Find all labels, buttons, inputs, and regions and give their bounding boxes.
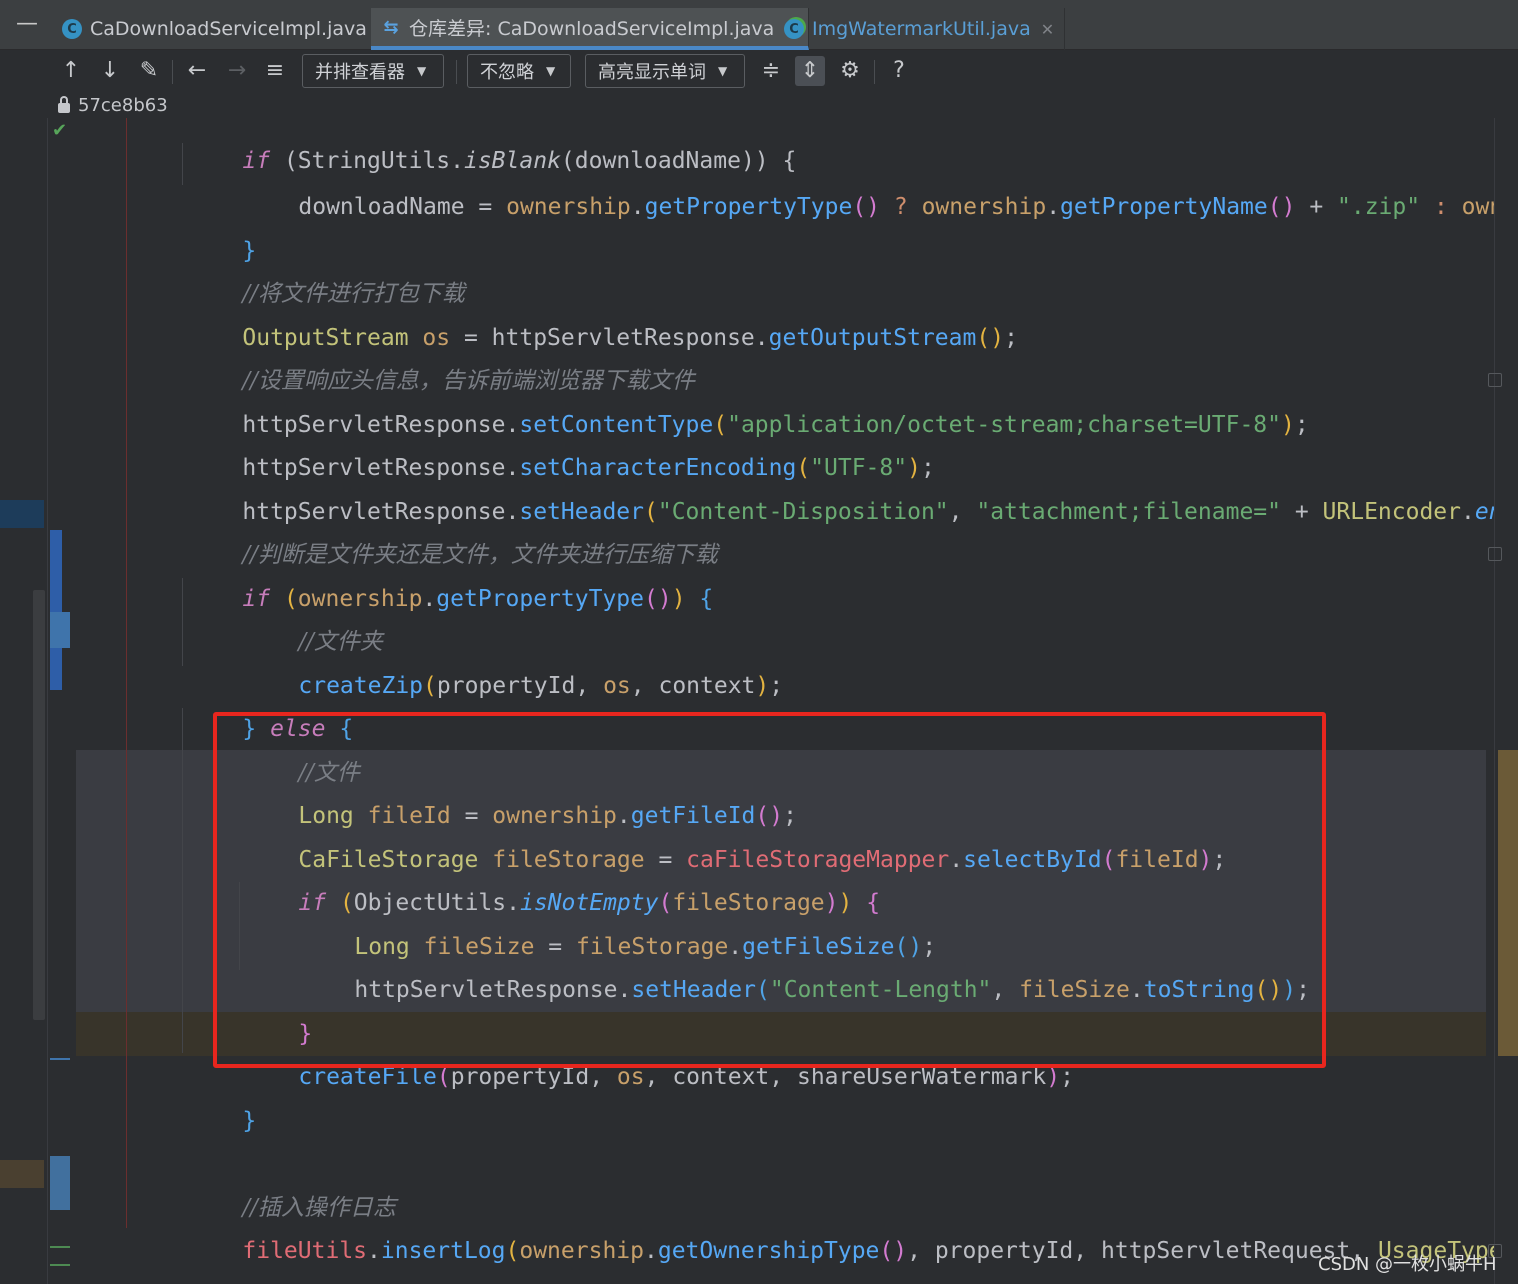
code-editor[interactable]: if (StringUtils.isBlank(downloadName)) {… <box>76 118 1494 1284</box>
indent-guide <box>182 578 183 666</box>
highlight-words-dropdown[interactable]: 高亮显示单词 ▼ <box>585 54 745 88</box>
tab-label: CaDownloadServiceImpl.java <box>90 18 367 40</box>
left-change-marker <box>0 1160 44 1188</box>
code-line[interactable]: //插入操作日志 <box>187 1143 396 1221</box>
added-lines-marker[interactable] <box>50 1246 70 1248</box>
code-line[interactable]: } <box>187 1056 256 1134</box>
editor-gutter <box>48 118 76 1284</box>
code-line[interactable]: } <box>187 186 256 264</box>
code-line[interactable]: if (StringUtils.isBlank(downloadName)) { <box>187 118 796 174</box>
fold-icon[interactable] <box>1488 373 1502 387</box>
collapse-unchanged-icon[interactable]: ≑ <box>756 56 786 86</box>
method-right-margin-line <box>126 118 127 1228</box>
code-line[interactable]: //文件夹 <box>243 577 383 655</box>
code-line[interactable]: //将文件进行打包下载 <box>187 229 465 307</box>
code-line[interactable]: if (ownership.getPropertyType()) { <box>187 534 713 612</box>
no-problems-check-icon: ✔ <box>52 120 68 141</box>
viewer-mode-label: 并排查看器 <box>315 62 405 83</box>
tab-label: ImgWatermarkUtil.java <box>812 18 1031 40</box>
code-line[interactable]: if (ObjectUtils.isNotEmpty(fileStorage))… <box>243 838 880 916</box>
modified-lines-marker[interactable] <box>50 530 62 690</box>
chevron-down-icon: ▼ <box>718 64 728 78</box>
tab-cadownloadserviceimpl[interactable]: C CaDownloadServiceImpl.java ✕ <box>52 8 402 50</box>
diff-icon: ⇆ <box>383 16 399 38</box>
revision-label: 57ce8b63 <box>58 92 168 118</box>
toolbar-separator <box>456 60 457 84</box>
code-line[interactable]: createFile(propertyId, os, context, shar… <box>243 1012 1074 1090</box>
code-line[interactable]: } <box>131 1230 200 1284</box>
code-line[interactable]: fileUtils.insertLog(ownership.getOwnersh… <box>187 1186 1494 1264</box>
indent-guide <box>239 882 240 970</box>
viewer-mode-dropdown[interactable]: 并排查看器 ▼ <box>302 54 444 88</box>
lock-icon <box>58 96 70 113</box>
left-scrollbar[interactable] <box>33 590 45 1020</box>
code-line[interactable]: OutputStream os = httpServletResponse.ge… <box>187 273 1018 351</box>
change-marker-stripe <box>1498 750 1518 1056</box>
back-arrow-icon[interactable]: ← <box>182 56 212 86</box>
edit-source-icon[interactable]: ✎ <box>134 56 164 86</box>
right-scrollbar[interactable] <box>1494 118 1518 1284</box>
indent-guide <box>182 708 183 1053</box>
sync-scroll-icon[interactable]: ⇕ <box>795 56 825 86</box>
minimize-icon[interactable]: — <box>14 13 40 36</box>
gear-icon[interactable]: ⚙ <box>835 56 865 86</box>
code-line[interactable]: } <box>243 969 312 1047</box>
fold-icon[interactable] <box>1488 547 1502 561</box>
close-icon[interactable]: ✕ <box>1041 20 1054 39</box>
editor-tab-bar: — C CaDownloadServiceImpl.java ✕ ⇆ 仓库差异:… <box>0 0 1518 50</box>
ignore-label: 不忽略 <box>480 62 534 83</box>
forward-arrow-icon[interactable]: → <box>222 56 252 86</box>
code-line[interactable]: Long fileSize = fileStorage.getFileSize(… <box>299 882 936 960</box>
code-line[interactable]: httpServletResponse.setContentType("appl… <box>187 360 1308 438</box>
highlight-label: 高亮显示单词 <box>598 62 706 83</box>
left-change-marker <box>0 500 44 528</box>
code-line[interactable]: httpServletResponse.setCharacterEncoding… <box>187 403 934 481</box>
tab-label: 仓库差异: CaDownloadServiceImpl.java <box>409 17 775 40</box>
code-line[interactable]: //文件 <box>243 708 360 786</box>
code-line[interactable]: createZip(propertyId, os, context); <box>243 621 783 699</box>
code-line[interactable]: //设置响应头信息，告诉前端浏览器下载文件 <box>187 316 695 394</box>
chevron-down-icon: ▼ <box>417 64 427 78</box>
deleted-lines-marker[interactable] <box>50 1058 70 1060</box>
java-class-icon: C <box>784 19 804 39</box>
indent-guide <box>182 143 183 185</box>
code-line[interactable]: } else { <box>187 664 353 742</box>
tab-imgwatermarkutil[interactable]: C ImgWatermarkUtil.java ✕ <box>774 8 1066 50</box>
ignore-whitespace-dropdown[interactable]: 不忽略 ▼ <box>467 54 571 88</box>
tab-repository-diff[interactable]: ⇆ 仓库差异: CaDownloadServiceImpl.java ✕ <box>371 8 809 50</box>
modified-lines-marker[interactable] <box>50 1156 70 1210</box>
toolbar-separator <box>874 60 875 84</box>
chevron-down-icon: ▼ <box>546 64 556 78</box>
java-class-icon: C <box>62 19 82 39</box>
watermark: CSDN @一枚小蜗牛H <box>1318 1254 1497 1275</box>
code-line[interactable]: httpServletResponse.setHeader("Content-L… <box>299 925 1310 1003</box>
left-diff-pane-edge <box>0 118 48 1284</box>
list-changes-icon[interactable]: ≡ <box>260 56 290 86</box>
code-line[interactable]: downloadName = ownership.getPropertyType… <box>243 142 1494 220</box>
code-line[interactable]: httpServletResponse.setHeader("Content-D… <box>187 447 1494 525</box>
revision-hash: 57ce8b63 <box>78 94 168 116</box>
code-line[interactable]: Long fileId = ownership.getFileId(); <box>243 751 797 829</box>
next-difference-icon[interactable]: ↓ <box>95 56 125 86</box>
help-icon[interactable]: ? <box>884 56 914 86</box>
added-lines-marker[interactable] <box>50 1264 70 1266</box>
modified-lines-marker[interactable] <box>50 612 70 648</box>
previous-difference-icon[interactable]: ↑ <box>56 56 86 86</box>
code-line[interactable]: CaFileStorage fileStorage = caFileStorag… <box>243 795 1226 873</box>
code-line[interactable]: //判断是文件夹还是文件，文件夹进行压缩下载 <box>187 490 718 568</box>
toolbar-separator <box>172 60 173 84</box>
